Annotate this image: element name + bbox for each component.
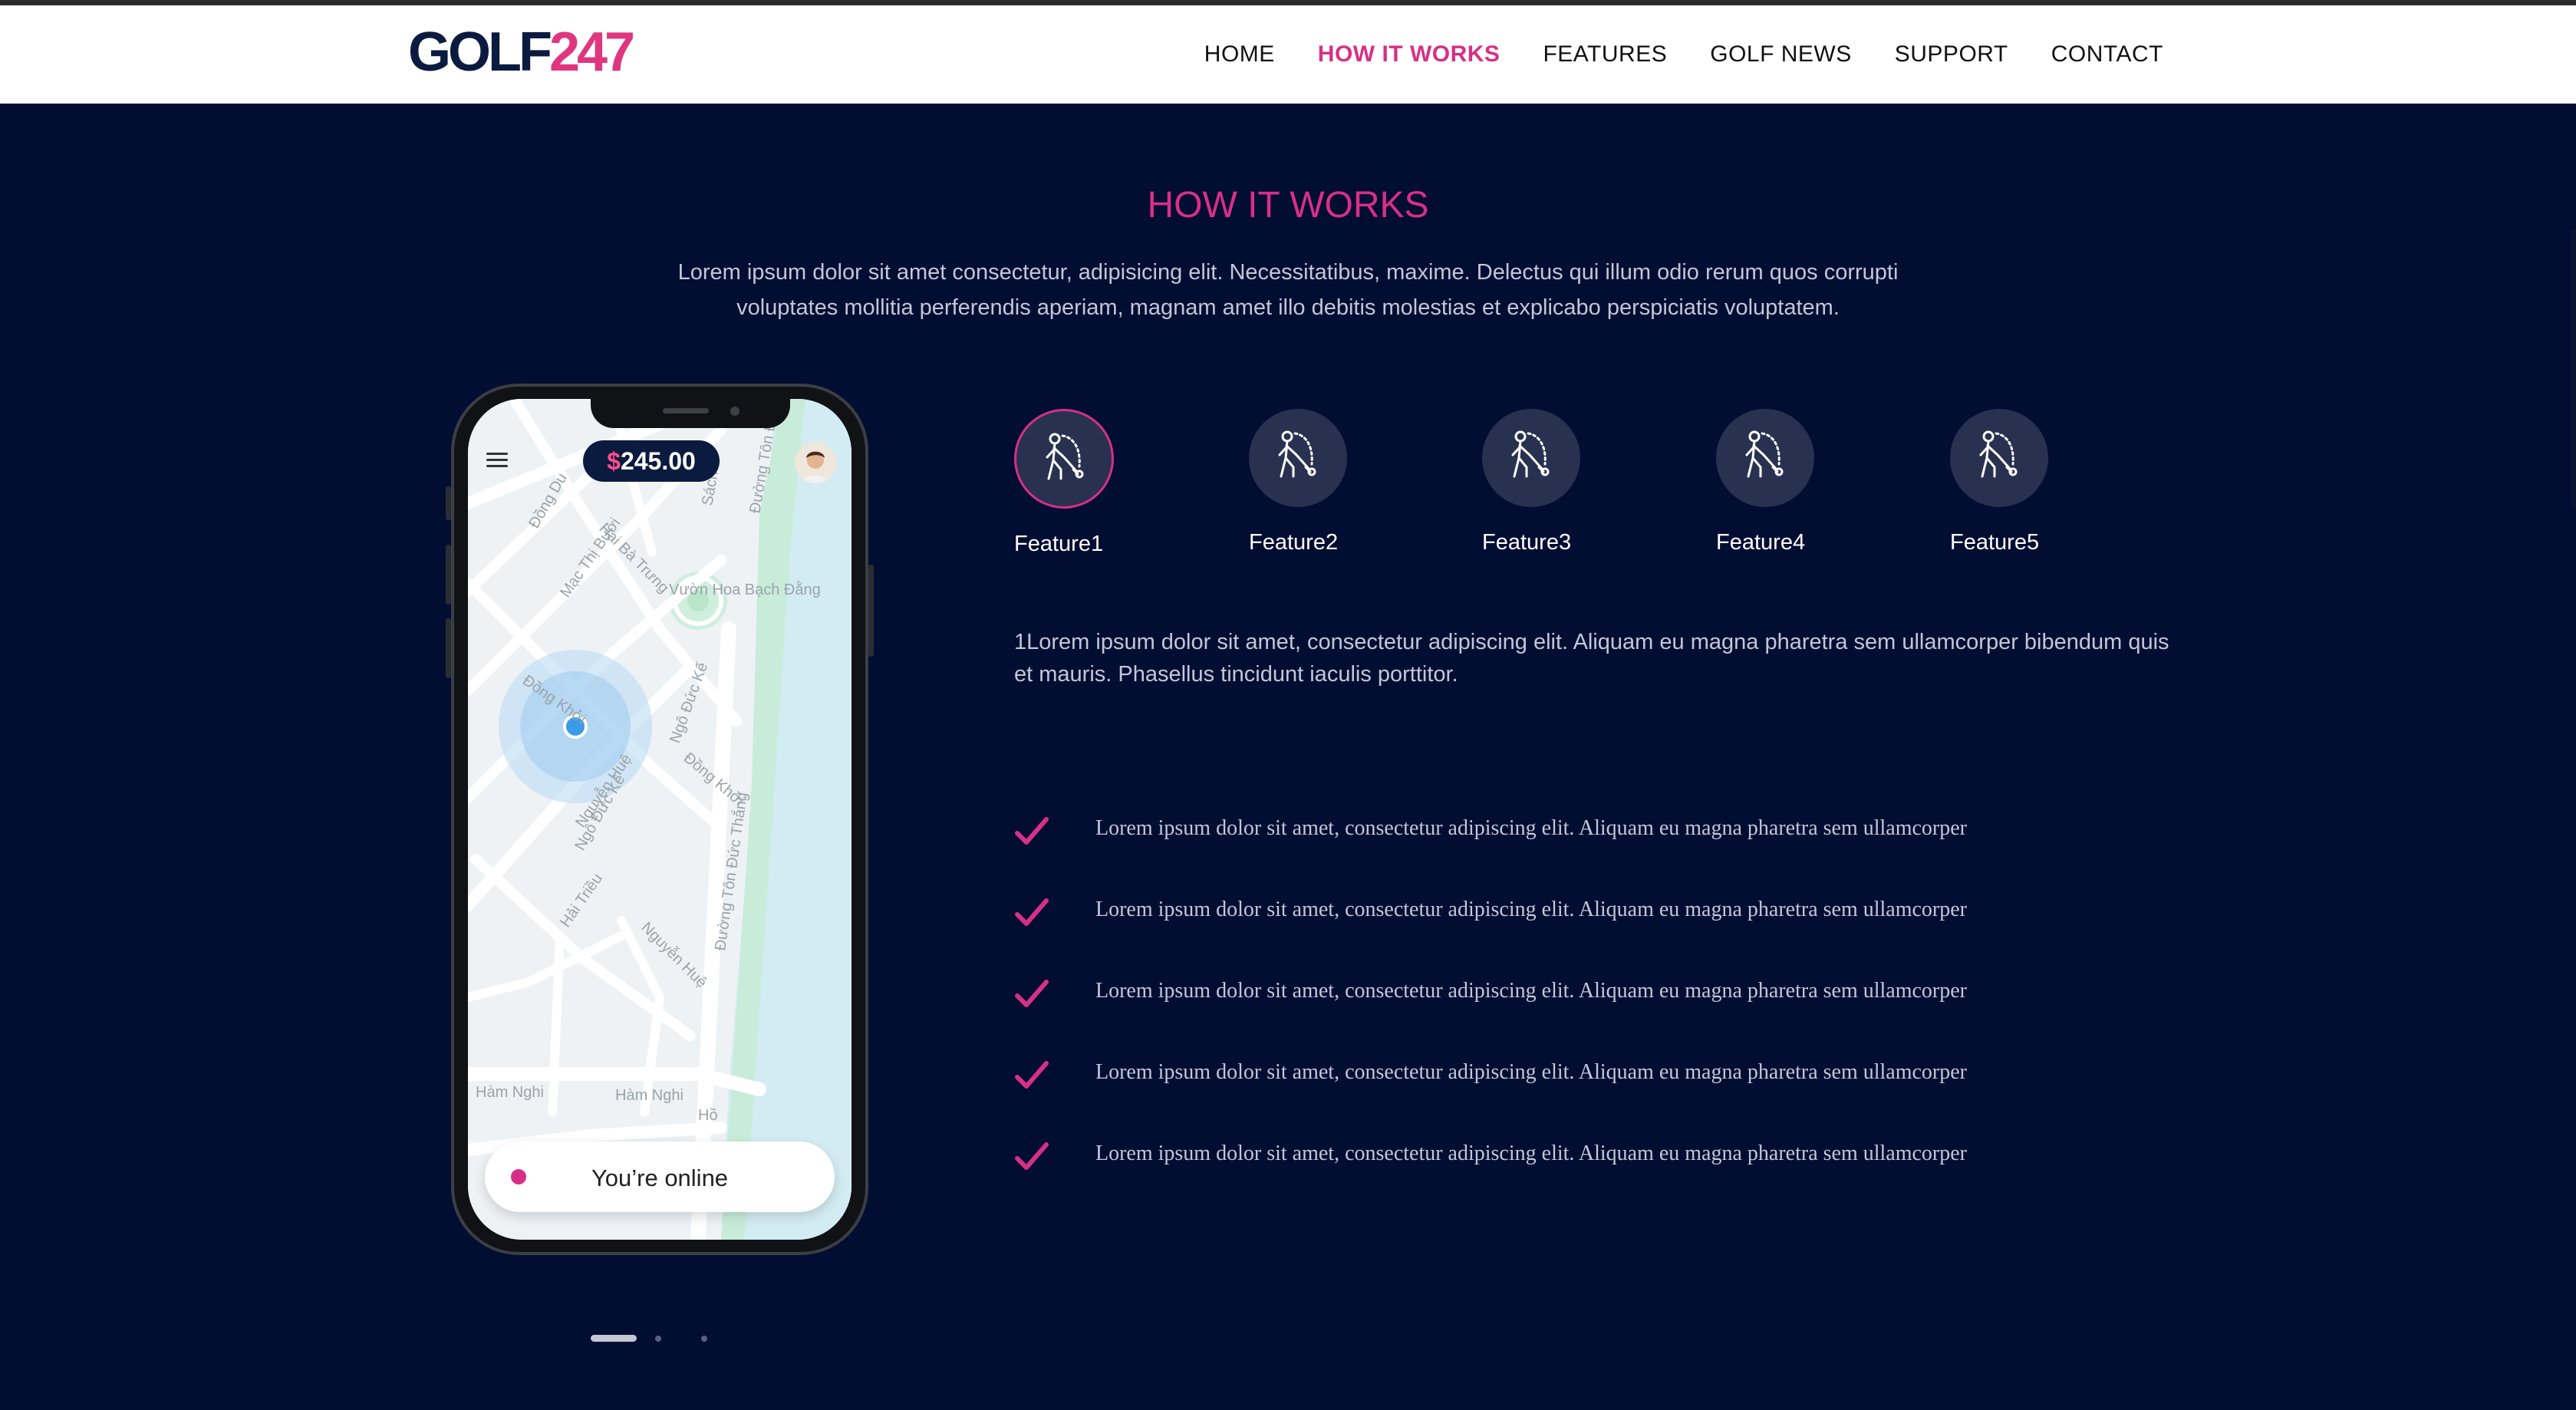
feature-tab-2[interactable]: Feature2 [1249,409,1372,555]
check-text: Lorem ipsum dolor sit amet, consectetur … [1095,898,1967,921]
phone-camera [730,407,740,416]
nav-how-it-works[interactable]: HOW IT WORKS [1318,41,1500,68]
phone-volume-down [446,618,451,678]
phone-volume-up [446,545,451,605]
check-icon [1015,817,1049,845]
carousel-dot-3[interactable] [701,1336,707,1342]
scrollbar[interactable] [2571,230,2576,506]
phone-side-button [446,486,451,520]
carousel-dot-1[interactable] [591,1335,637,1342]
logo-number: 247 [548,21,635,83]
golfer-icon [1014,409,1114,509]
check-text: Lorem ipsum dolor sit amet, consectetur … [1095,1060,1967,1084]
logo[interactable]: GOLF 247 [408,21,635,83]
hamburger-menu-icon[interactable] [486,453,508,468]
feature-tab-1[interactable]: Feature1 [1014,409,1137,557]
check-text: Lorem ipsum dolor sit amet, consectetur … [1095,816,1967,840]
map[interactable]: Đường Tôn Đức Hai Bà Trưng Đồng Du Mạc T… [468,399,852,1240]
check-item-1: Lorem ipsum dolor sit amet, consectetur … [1014,807,2088,853]
phone-power-button [868,565,874,657]
check-icon [1015,898,1049,926]
online-status-card[interactable]: You’re online [485,1142,835,1212]
feature-description: 1Lorem ipsum dolor sit amet, consectetur… [1014,630,2169,687]
currency-symbol: $ [607,447,621,475]
golfer-icon [1482,409,1580,507]
section-intro: Lorem ipsum dolor sit amet consectetur, … [677,260,1899,320]
feature-label: Feature1 [1014,532,1104,556]
check-text: Lorem ipsum dolor sit amet, consectetur … [1095,979,1967,1003]
phone-screen: Đường Tôn Đức Hai Bà Trưng Đồng Du Mạc T… [468,399,852,1240]
svg-text:Vườn Hoa Bạch Đằng: Vườn Hoa Bạch Đằng [669,581,821,598]
section-title: HOW IT WORKS [1147,185,1429,226]
feature-label: Feature3 [1482,530,1572,555]
check-icon [1015,980,1049,1007]
top-border [0,0,2576,5]
feature-label: Feature4 [1716,530,1806,555]
check-item-5: Lorem ipsum dolor sit amet, consectetur … [1014,1132,2088,1178]
nav-support[interactable]: SUPPORT [1895,41,2008,68]
check-text: Lorem ipsum dolor sit amet, consectetur … [1095,1142,1967,1165]
golfer-icon [1716,409,1814,507]
balance-pill: $245.00 [583,440,720,482]
check-item-3: Lorem ipsum dolor sit amet, consectetur … [1014,970,2088,1016]
phone-mockup: Đường Tôn Đức Hai Bà Trưng Đồng Du Mạc T… [446,384,874,1255]
feature-tab-5[interactable]: Feature5 [1950,409,2073,555]
nav-golf-news[interactable]: GOLF NEWS [1710,41,1852,68]
svg-text:Hồ: Hồ [698,1107,718,1124]
main-nav: HOME HOW IT WORKS FEATURES GOLF NEWS SUP… [1204,5,2163,104]
check-icon [1015,1142,1049,1170]
feature-label: Feature2 [1249,530,1339,555]
phone-notch [591,399,790,428]
user-avatar[interactable] [795,442,836,483]
feature-tab-4[interactable]: Feature4 [1716,409,1839,555]
nav-contact[interactable]: CONTACT [2051,41,2163,68]
balance-amount: 245.00 [620,447,696,475]
nav-features[interactable]: FEATURES [1543,41,1667,68]
golfer-icon [1950,409,2048,507]
check-icon [1015,1061,1049,1089]
carousel-dot-2[interactable] [655,1336,661,1342]
logo-main: GOLF [408,21,552,83]
online-status-text: You’re online [591,1165,729,1191]
feature-label: Feature5 [1950,530,2040,555]
check-item-4: Lorem ipsum dolor sit amet, consectetur … [1014,1051,2088,1097]
feature-tab-3[interactable]: Feature3 [1482,409,1605,555]
svg-text:Hàm Nghi: Hàm Nghi [615,1087,684,1104]
golfer-icon [1249,409,1347,507]
phone-speaker [663,408,709,413]
check-item-2: Lorem ipsum dolor sit amet, consectetur … [1014,888,2088,934]
nav-home[interactable]: HOME [1204,41,1275,68]
svg-text:Hàm Nghi: Hàm Nghi [476,1084,544,1101]
